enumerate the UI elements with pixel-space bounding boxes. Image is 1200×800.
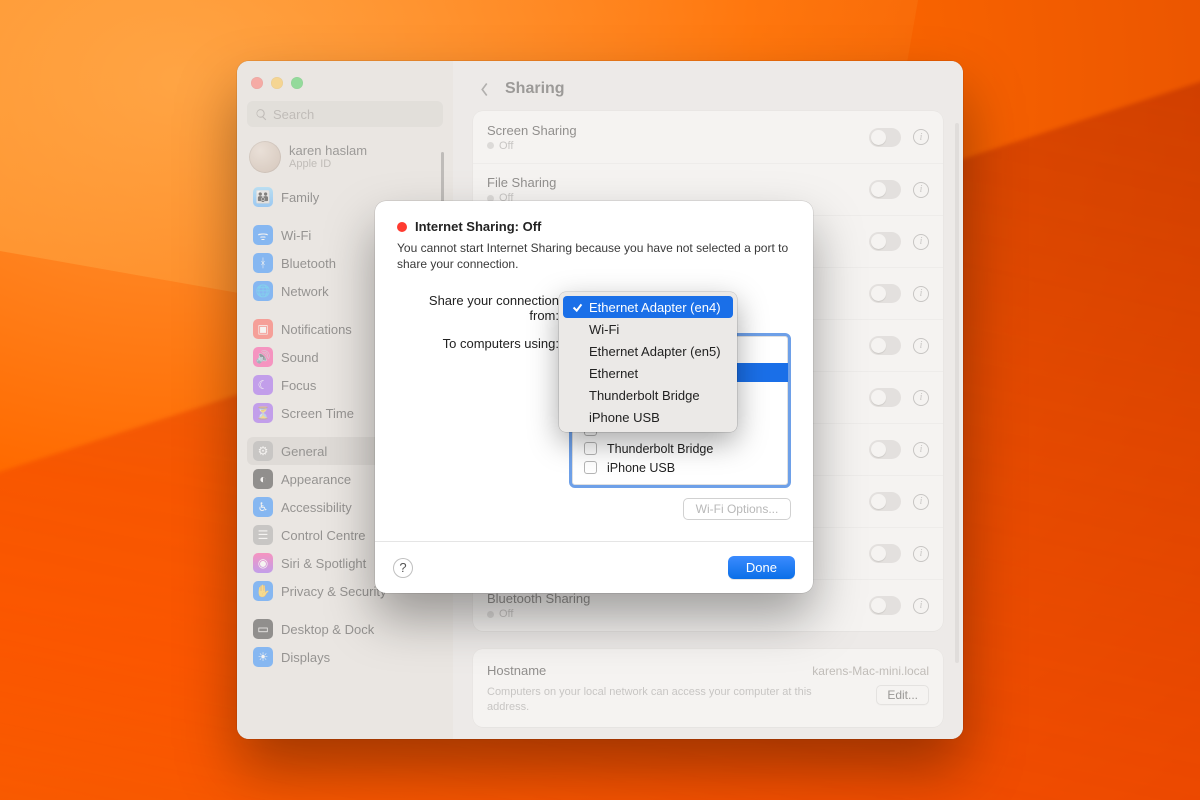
share-from-dropdown[interactable]: Ethernet Adapter (en4) Wi-Fi Ethernet Ad… [559, 292, 737, 432]
list-item[interactable]: iPhone USB [572, 458, 788, 485]
dropdown-item[interactable]: Wi-Fi [563, 318, 733, 340]
check-icon [571, 302, 583, 313]
done-button[interactable]: Done [728, 556, 795, 579]
sheet-title: Internet Sharing: Off [415, 219, 541, 234]
wifi-options-button[interactable]: Wi-Fi Options... [683, 498, 791, 520]
checkbox[interactable] [584, 442, 597, 455]
dropdown-item[interactable]: Thunderbolt Bridge [563, 384, 733, 406]
list-item[interactable]: Thunderbolt Bridge [572, 439, 788, 458]
dropdown-item[interactable]: Ethernet Adapter (en4) [563, 296, 733, 318]
help-button[interactable]: ? [393, 558, 413, 578]
dropdown-item[interactable]: Ethernet [563, 362, 733, 384]
status-dot-icon [397, 222, 407, 232]
dropdown-item[interactable]: Ethernet Adapter (en5) [563, 340, 733, 362]
share-from-label: Share your connection from: [397, 290, 569, 323]
sheet-description: You cannot start Internet Sharing becaus… [397, 240, 791, 272]
to-computers-label: To computers using: [397, 333, 569, 351]
dropdown-item[interactable]: iPhone USB [563, 406, 733, 428]
checkbox[interactable] [584, 461, 597, 474]
